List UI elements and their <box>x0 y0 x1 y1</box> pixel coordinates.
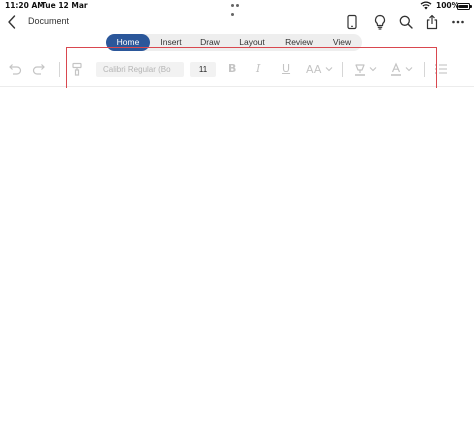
font-size-tool-button[interactable]: AA <box>306 63 321 76</box>
highlight-pen-icon[interactable] <box>352 61 368 77</box>
ribbon-tabs: Home Insert Draw Layout Review View <box>106 34 362 51</box>
more-icon[interactable] <box>449 13 467 31</box>
bullet-list-icon[interactable] <box>434 62 448 76</box>
document-title[interactable]: Document <box>28 16 69 26</box>
tab-view[interactable]: View <box>324 34 360 51</box>
bold-button[interactable]: B <box>228 62 236 75</box>
chevron-down-icon[interactable] <box>325 66 333 72</box>
redo-icon[interactable] <box>32 61 48 77</box>
undo-icon[interactable] <box>6 61 22 77</box>
chevron-down-icon[interactable] <box>369 66 377 72</box>
lightbulb-icon[interactable] <box>371 13 389 31</box>
font-size-field[interactable]: 11 <box>190 62 216 77</box>
ribbon-separator <box>342 62 343 77</box>
font-size-tool-label: AA <box>306 63 322 76</box>
multitasking-dots-icon[interactable] <box>231 4 245 16</box>
status-date: Tue 12 Mar <box>41 1 88 10</box>
chevron-down-icon[interactable] <box>405 66 413 72</box>
ribbon-separator <box>424 62 425 77</box>
phone-view-icon[interactable] <box>343 13 361 31</box>
underline-button[interactable]: U <box>282 62 290 75</box>
title-bar: Document <box>0 12 474 32</box>
battery-icon <box>457 3 470 10</box>
search-icon[interactable] <box>397 13 415 31</box>
status-bar: 11:20 AM Tue 12 Mar 100% <box>0 0 474 16</box>
tab-review[interactable]: Review <box>276 34 322 51</box>
back-chevron-icon[interactable] <box>6 14 18 30</box>
tab-draw[interactable]: Draw <box>192 34 228 51</box>
font-name-field[interactable]: Calibri Regular (Bo <box>96 62 184 77</box>
document-canvas[interactable] <box>0 88 474 426</box>
tab-insert[interactable]: Insert <box>151 34 191 51</box>
tab-layout[interactable]: Layout <box>230 34 274 51</box>
italic-button[interactable]: I <box>256 62 260 75</box>
font-color-icon[interactable] <box>388 61 404 77</box>
battery-tip <box>470 5 472 8</box>
tab-home[interactable]: Home <box>106 34 150 51</box>
format-painter-icon[interactable] <box>69 61 85 77</box>
ribbon-separator <box>59 62 60 77</box>
ribbon-divider <box>0 86 474 87</box>
battery-percent: 100% <box>436 1 460 10</box>
share-icon[interactable] <box>423 13 441 31</box>
wifi-icon <box>420 1 432 10</box>
status-time: 11:20 AM <box>5 1 45 10</box>
